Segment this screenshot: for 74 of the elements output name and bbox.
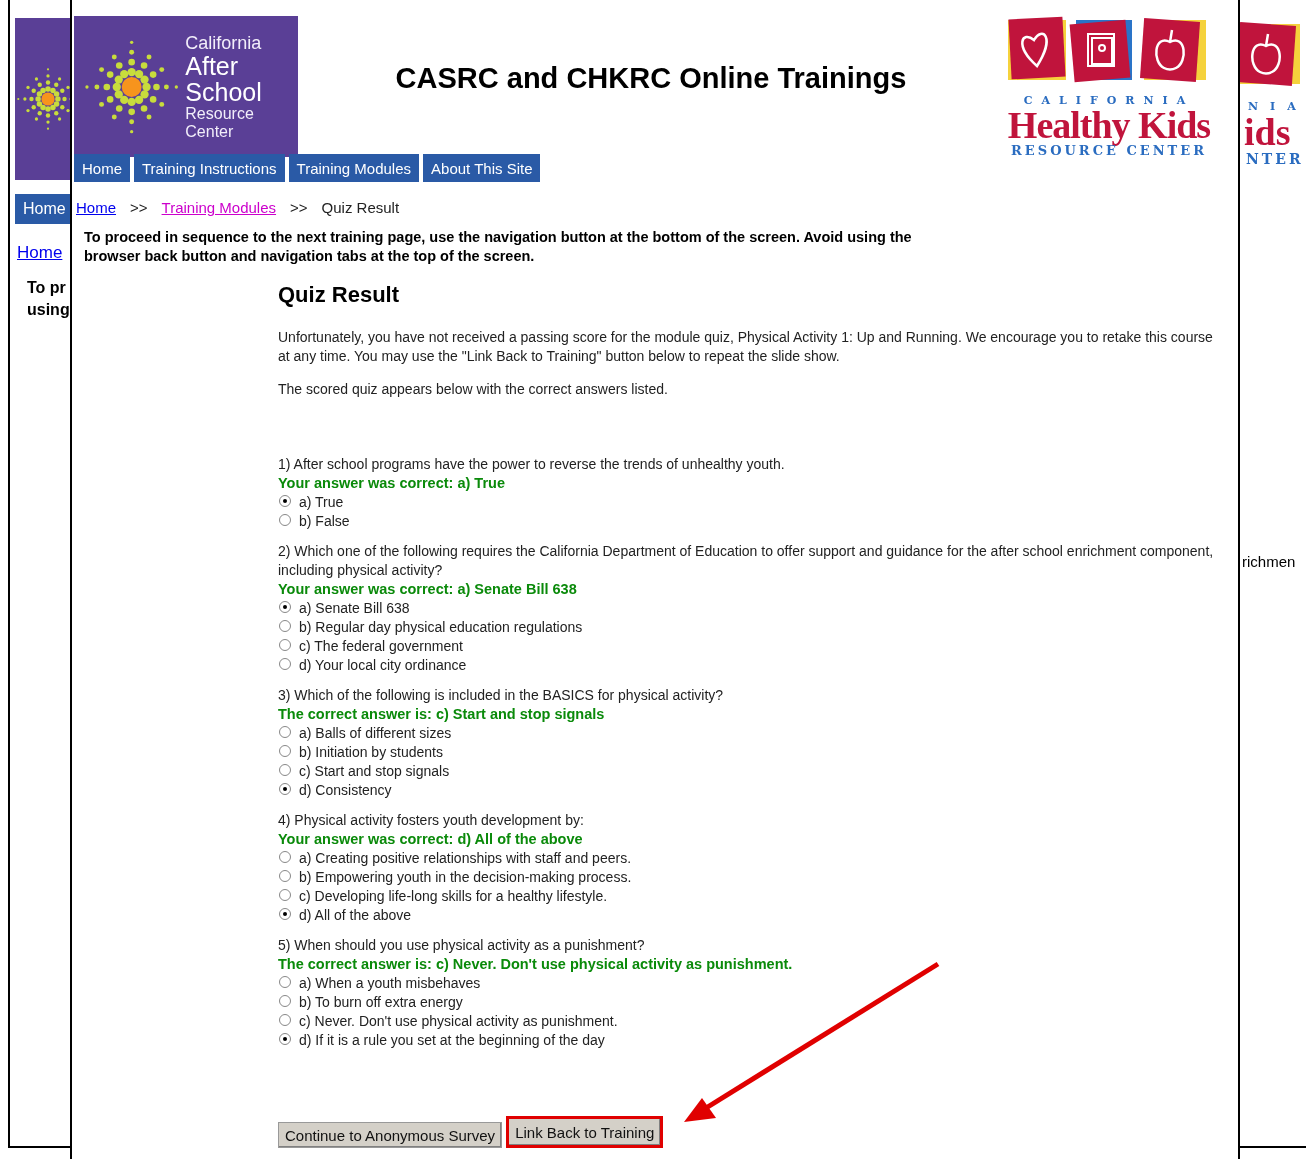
nav-button[interactable]: Training Modules (288, 154, 420, 182)
answer-result: The correct answer is: c) Never. Don't use physical activity as punishment. (278, 955, 794, 974)
radio-button[interactable] (279, 763, 291, 776)
radio-button[interactable] (279, 869, 291, 882)
question-text: 2) Which one of the following requires the California Department of Education to offer support and guidance for the after school enrichment component, including physical activity? (278, 542, 1215, 580)
radio-button[interactable] (279, 850, 291, 863)
option-label: d) Consistency (299, 781, 392, 800)
result-paragraph: The scored quiz appears below with the correct answers listed. (278, 380, 669, 399)
answer-result: Your answer was correct: a) Senate Bill 638 (278, 580, 578, 599)
radio-button[interactable] (279, 513, 291, 526)
radio-button[interactable] (279, 907, 291, 920)
nav-button[interactable]: Home (74, 154, 130, 182)
option-label: b) To burn off extra energy (299, 993, 463, 1012)
notice-text: using (27, 300, 70, 320)
option-label: d) All of the above (299, 906, 412, 925)
radio-button[interactable] (279, 638, 291, 651)
action-button[interactable]: Link Back to Training (506, 1116, 664, 1148)
radio-button[interactable] (279, 494, 291, 507)
breadcrumb-separator: >> (290, 199, 308, 216)
nav-button[interactable]: About This Site (423, 154, 541, 182)
radio-button[interactable] (279, 600, 291, 613)
logo-text: Resource Center (185, 104, 255, 141)
option-label: b) Initiation by students (299, 743, 443, 762)
radio-button[interactable] (279, 1013, 291, 1026)
option-label: c) Developing life-long skills for a healthy lifestyle. (299, 887, 608, 906)
option-label: b) Regular day physical education regulations (299, 618, 583, 637)
breadcrumb-link[interactable]: Training Modules (161, 199, 277, 216)
radio-button[interactable] (279, 782, 291, 795)
radio-button[interactable] (279, 975, 291, 988)
answer-result: Your answer was correct: d) All of the above (278, 830, 584, 849)
result-paragraph: Unfortunately, you have not received a passing score for the module quiz, Physical Activity 1: Up and Running. We encourage you to retake this course at any time. You may use the "Link Back to Training" button below to repeat the slide show. (278, 328, 1214, 366)
radio-button[interactable] (279, 1032, 291, 1045)
nav-button[interactable]: Home (15, 194, 70, 224)
option-label: c) The federal government (299, 637, 463, 656)
nav-button[interactable]: Training Instructions (134, 154, 285, 182)
option-label: c) Start and stop signals (299, 762, 450, 781)
option-label: a) Senate Bill 638 (299, 599, 410, 618)
radio-button[interactable] (279, 657, 291, 670)
option-label: a) When a youth misbehaves (299, 974, 481, 993)
answer-result: The correct answer is: c) Start and stop signals (278, 705, 606, 724)
logo-text: NTER (1246, 151, 1305, 167)
option-label: b) Empowering youth in the decision-making process. (299, 868, 632, 887)
notice-text: To pr (27, 278, 67, 298)
breadcrumb-link[interactable]: Home (76, 199, 116, 216)
section-heading: Quiz Result (278, 282, 400, 308)
action-button[interactable]: Continue to Anonymous Survey (278, 1122, 503, 1148)
notice-text: To proceed in sequence to the next training page, use the navigation button at the bottom of the screen. Avoid using the browser back button and navigation tabs at the top of the screen. (84, 228, 913, 266)
body-text: richmen (1242, 553, 1297, 570)
home-link[interactable]: Home (17, 243, 70, 263)
logo-text: After School (185, 52, 263, 105)
option-label: a) Creating positive relationships with staff and peers. (299, 849, 632, 868)
option-label: c) Never. Don't use physical activity as punishment. (299, 1012, 618, 1031)
radio-button[interactable] (279, 744, 291, 757)
logo-text: NIA (1248, 100, 1306, 113)
radio-button[interactable] (279, 888, 291, 901)
answer-result: Your answer was correct: a) True (278, 474, 506, 493)
option-label: d) Your local city ordinance (299, 656, 467, 675)
question-text: 1) After school programs have the power to reverse the trends of unhealthy youth. (278, 455, 786, 474)
radio-button[interactable] (279, 725, 291, 738)
radio-button[interactable] (279, 994, 291, 1007)
breadcrumb-separator: >> (130, 199, 148, 216)
option-label: d) If it is a rule you set at the beginning of the day (299, 1031, 605, 1050)
question-text: 4) Physical activity fosters youth development by: (278, 811, 585, 830)
option-label: a) True (299, 493, 344, 512)
radio-button[interactable] (279, 619, 291, 632)
logo-text: ids (1244, 113, 1292, 151)
question-text: 5) When should you use physical activity as a punishment? (278, 936, 646, 955)
option-label: b) False (299, 512, 350, 531)
question-text: 3) Which of the following is included in the BASICS for physical activity? (278, 686, 725, 705)
option-label: a) Balls of different sizes (299, 724, 452, 743)
breadcrumb-current: Quiz Result (321, 199, 400, 216)
logo-text: California (185, 32, 263, 53)
page-title: CASRC and CHKRC Online Trainings (394, 62, 908, 95)
logo-text: CALIFORNIA (1023, 94, 1195, 107)
